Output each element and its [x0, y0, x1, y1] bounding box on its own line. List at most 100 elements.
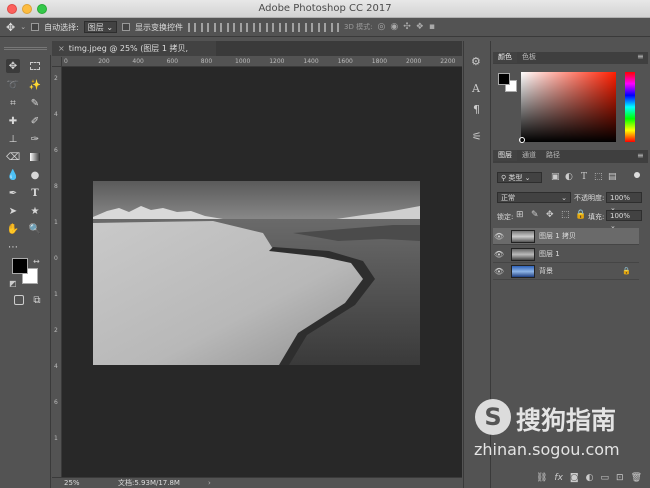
- filter-smart-object-icon[interactable]: ▤: [608, 172, 617, 182]
- ruler-origin[interactable]: [52, 57, 62, 67]
- status-menu-icon[interactable]: ›: [208, 478, 211, 488]
- distribute-left-icon[interactable]: [305, 22, 314, 32]
- blur-tool-button[interactable]: 💧: [6, 168, 20, 182]
- lock-all-icon[interactable]: 🔒: [575, 210, 586, 220]
- eye-icon[interactable]: 👁: [493, 250, 505, 259]
- distribute-right-icon[interactable]: [331, 22, 340, 32]
- distribute-top-icon[interactable]: [266, 22, 275, 32]
- pen-tool-button[interactable]: ✒: [6, 186, 20, 200]
- color-picker-marker[interactable]: [519, 137, 525, 143]
- clone-stamp-tool-button[interactable]: ⊥: [6, 132, 20, 146]
- zoom-level[interactable]: 25%: [64, 478, 80, 488]
- crop-tool-button[interactable]: ⌗: [6, 96, 20, 110]
- align-center-icon[interactable]: [240, 22, 249, 32]
- swap-colors-icon[interactable]: ↔: [33, 257, 40, 266]
- blend-mode-dropdown[interactable]: 正常 ⌄: [497, 192, 571, 203]
- tab-color[interactable]: 颜色: [493, 52, 517, 63]
- healing-brush-tool-button[interactable]: ✚: [6, 114, 20, 128]
- panel-grip[interactable]: [4, 47, 47, 50]
- brush-tool-button[interactable]: ✐: [28, 114, 42, 128]
- align-middle-icon[interactable]: [201, 22, 210, 32]
- layer-row[interactable]: 👁 背景 🔒: [493, 263, 639, 280]
- vertical-ruler[interactable]: 24681012461: [52, 67, 62, 477]
- layer-row[interactable]: 👁 图层 1: [493, 246, 639, 263]
- filter-pixel-icon[interactable]: ▣: [551, 172, 560, 182]
- document-tab[interactable]: ×timg.jpeg @ 25% (图层 1 拷贝, RGB/8#) *: [52, 41, 216, 68]
- magic-wand-tool-button[interactable]: ✨: [28, 78, 42, 92]
- layer-name[interactable]: 背景: [539, 266, 553, 276]
- quick-mask-button[interactable]: [12, 293, 26, 307]
- default-colors-icon[interactable]: ◩: [9, 279, 17, 288]
- close-tab-icon[interactable]: ×: [58, 44, 65, 53]
- trash-icon[interactable]: 🗑: [631, 473, 642, 483]
- horizontal-ruler[interactable]: 0 200 400 600 800 1000 1200 1400 1600 1800 2000 220…: [62, 57, 462, 67]
- align-right-icon[interactable]: [253, 22, 262, 32]
- eyedropper-tool-button[interactable]: ✎: [28, 96, 42, 110]
- color-picker-field[interactable]: [521, 72, 616, 142]
- hand-tool-button[interactable]: ✋: [6, 222, 20, 236]
- group-icon[interactable]: ▭: [601, 473, 610, 483]
- adjustment-icon[interactable]: ◐: [586, 473, 594, 483]
- 3d-slide-icon[interactable]: ❖: [416, 22, 424, 32]
- paragraph-panel-icon[interactable]: ¶: [473, 103, 480, 116]
- new-layer-icon[interactable]: ⊡: [616, 473, 624, 483]
- layer-name[interactable]: 图层 1: [539, 249, 560, 259]
- chevron-down-icon[interactable]: ⌄: [20, 23, 26, 31]
- dodge-tool-button[interactable]: ●: [28, 168, 42, 182]
- custom-shape-tool-button[interactable]: ★: [28, 204, 42, 218]
- document-size-info[interactable]: 文档:5.93M/17.8M: [118, 478, 180, 488]
- align-left-icon[interactable]: [227, 22, 236, 32]
- filter-shape-icon[interactable]: ⬚: [594, 172, 603, 182]
- fill-field[interactable]: 100% ⌄: [606, 210, 642, 230]
- gradient-tool-button[interactable]: [28, 150, 42, 164]
- foreground-color-swatch[interactable]: [12, 258, 28, 274]
- filter-type-icon[interactable]: T: [581, 172, 587, 182]
- auto-select-dropdown[interactable]: 图层 ⌄: [83, 21, 118, 33]
- eraser-tool-button[interactable]: ⌫: [6, 150, 20, 164]
- align-bottom-icon[interactable]: [214, 22, 223, 32]
- 3d-orbit-icon[interactable]: ◎: [377, 22, 385, 32]
- tab-layers[interactable]: 图层: [493, 150, 517, 161]
- move-tool-button[interactable]: ✥: [6, 59, 20, 73]
- layer-name[interactable]: 图层 1 拷贝: [539, 231, 576, 241]
- move-tool-icon[interactable]: ✥: [6, 21, 15, 34]
- marquee-tool-button[interactable]: [28, 59, 42, 73]
- document-image[interactable]: [93, 181, 420, 365]
- lock-position-icon[interactable]: ✥: [546, 210, 554, 220]
- screen-mode-button[interactable]: ⧉: [30, 293, 44, 307]
- lasso-tool-button[interactable]: ➰: [6, 78, 20, 92]
- distribute-center-icon[interactable]: [318, 22, 327, 32]
- eye-icon[interactable]: 👁: [493, 232, 505, 241]
- tab-paths[interactable]: 路径: [541, 150, 565, 161]
- align-top-icon[interactable]: [188, 22, 197, 32]
- 3d-roll-icon[interactable]: ◉: [390, 22, 398, 32]
- tab-swatches[interactable]: 色板: [517, 52, 541, 63]
- hue-slider[interactable]: [625, 72, 635, 142]
- character-panel-icon[interactable]: A: [472, 82, 480, 95]
- fx-icon[interactable]: fx: [554, 473, 563, 483]
- tab-channels[interactable]: 通道: [517, 150, 541, 161]
- layer-row[interactable]: 👁 图层 1 拷贝: [493, 228, 639, 245]
- 3d-pan-icon[interactable]: ✣: [403, 22, 411, 32]
- lock-transparent-icon[interactable]: ⊞: [516, 210, 524, 220]
- history-panel-icon[interactable]: ⚙: [471, 55, 481, 68]
- panel-menu-icon[interactable]: ≡: [637, 52, 644, 61]
- filter-adjustment-icon[interactable]: ◐: [565, 172, 573, 182]
- link-icon[interactable]: ⛓: [536, 473, 547, 483]
- filter-toggle-icon[interactable]: [634, 172, 640, 178]
- auto-select-checkbox[interactable]: [31, 23, 40, 31]
- opacity-field[interactable]: 100% ⌄: [606, 192, 642, 212]
- path-selection-tool-button[interactable]: ➤: [6, 204, 20, 218]
- eye-icon[interactable]: 👁: [493, 267, 505, 276]
- show-transform-checkbox[interactable]: [122, 23, 131, 31]
- lock-artboard-icon[interactable]: ⬚: [561, 210, 570, 220]
- color-panel-foreground-swatch[interactable]: [498, 73, 510, 85]
- lock-image-icon[interactable]: ✎: [531, 210, 539, 220]
- type-tool-button[interactable]: T: [28, 186, 42, 200]
- mask-icon[interactable]: ◙: [570, 473, 579, 483]
- layer-filter-dropdown[interactable]: ⚲ 类型 ⌄: [497, 172, 542, 183]
- distribute-bottom-icon[interactable]: [292, 22, 301, 32]
- zoom-tool-button[interactable]: 🔍: [28, 222, 42, 236]
- 3d-scale-icon[interactable]: ▪: [429, 22, 435, 32]
- more-tools-button[interactable]: ⋯: [6, 240, 20, 254]
